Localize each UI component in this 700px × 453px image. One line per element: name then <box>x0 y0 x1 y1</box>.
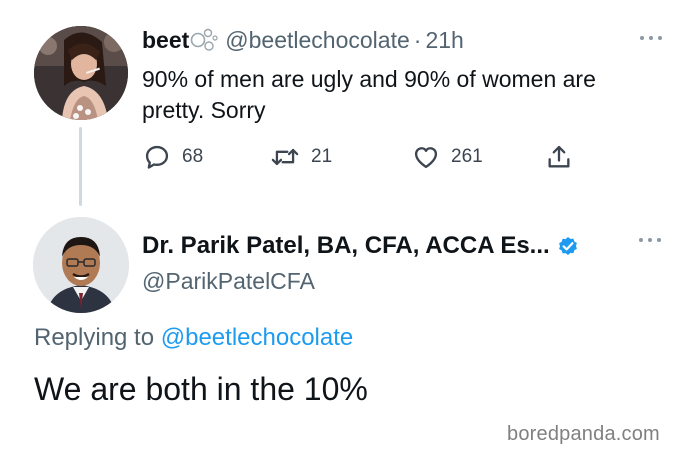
reply-count: 68 <box>182 146 204 167</box>
share-button[interactable] <box>545 143 573 171</box>
author-name[interactable]: beet <box>142 26 189 54</box>
more-options-icon[interactable] <box>638 30 664 48</box>
reply-button[interactable]: 68 <box>143 143 203 171</box>
like-icon <box>414 147 438 169</box>
avatar-image <box>33 217 129 313</box>
replying-prefix: Replying to <box>34 324 155 351</box>
verified-badge-icon <box>558 237 577 255</box>
author-handle[interactable]: @beetlechocolate <box>225 26 409 54</box>
avatar-beet[interactable] <box>34 26 128 120</box>
more-options-icon[interactable] <box>637 232 663 250</box>
tweet-header: beet @beetlechocolate · 21h <box>142 26 464 54</box>
retweet-count: 21 <box>311 146 333 167</box>
replying-to-line: Replying to @beetlechocolate <box>34 323 353 353</box>
separator-dot: · <box>413 27 422 53</box>
avatar-parik-patel[interactable] <box>33 217 129 313</box>
tweet-text: 90% of men are ugly and 90% of women are… <box>142 66 596 123</box>
bubbles-emoji-icon <box>189 26 219 54</box>
tweet-actions: 68 21 261 <box>0 143 700 175</box>
tweet-timestamp[interactable]: 21h <box>425 26 463 54</box>
author-name[interactable]: Dr. Parik Patel, BA, CFA, ACCA Es... <box>142 231 550 261</box>
avatar-image <box>34 26 128 120</box>
reply-icon <box>145 145 169 169</box>
retweet-button[interactable]: 21 <box>270 143 332 171</box>
author-handle[interactable]: @ParikPatelCFA <box>142 267 315 295</box>
watermark: boredpanda.com <box>507 423 660 445</box>
reply-author-name-row: Dr. Parik Patel, BA, CFA, ACCA Es... <box>142 231 580 261</box>
share-icon <box>548 145 570 168</box>
like-button[interactable]: 261 <box>412 143 483 171</box>
retweet-icon <box>271 148 299 166</box>
reply-tweet-text: We are both in the 10% <box>34 371 368 407</box>
like-count: 261 <box>451 146 483 167</box>
replying-to-mention[interactable]: @beetlechocolate <box>161 324 354 351</box>
tweet-thread: beet @beetlechocolate · 21h 90% of men a… <box>0 0 700 453</box>
